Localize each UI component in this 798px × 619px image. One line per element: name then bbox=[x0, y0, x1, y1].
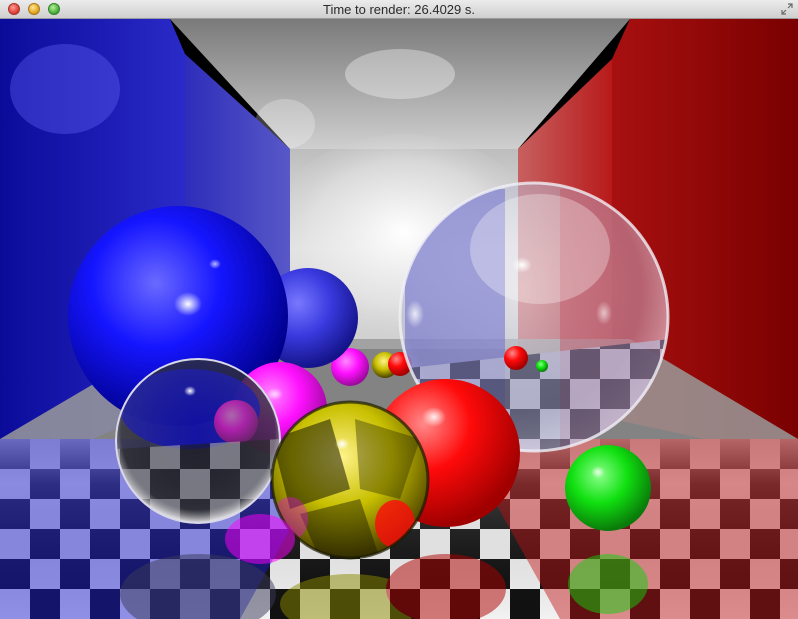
window-title: Time to render: 26.4029 s. bbox=[323, 2, 475, 17]
title-bar[interactable]: Time to render: 26.4029 s. bbox=[0, 0, 798, 19]
fullscreen-arrows-icon[interactable] bbox=[781, 3, 793, 15]
render-canvas bbox=[0, 19, 798, 619]
raytraced-scene bbox=[0, 19, 798, 619]
app-window: Time to render: 26.4029 s. bbox=[0, 0, 798, 619]
yellow-checkered-sphere bbox=[270, 400, 430, 560]
green-sphere bbox=[565, 445, 651, 531]
